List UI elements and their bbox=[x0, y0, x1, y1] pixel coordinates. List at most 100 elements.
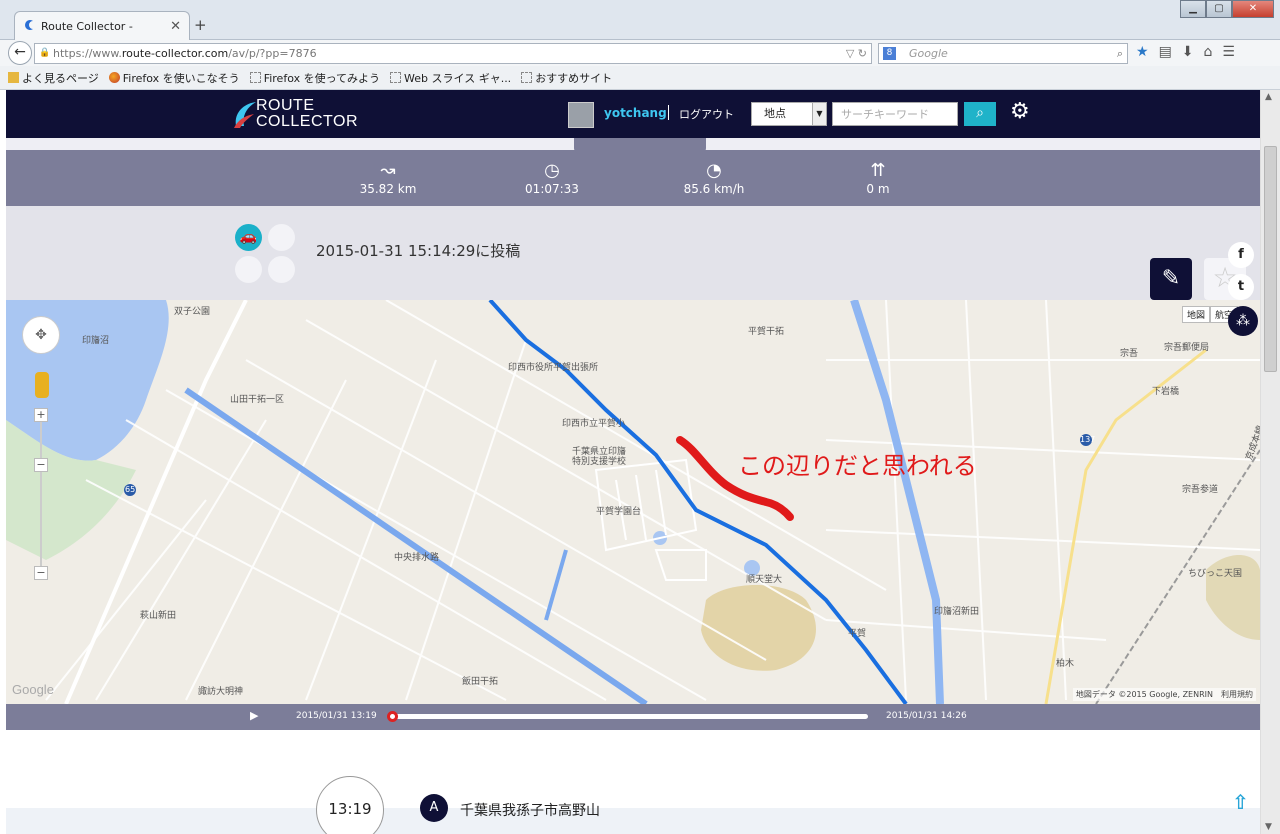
facebook-share-button[interactable]: f bbox=[1228, 242, 1254, 268]
stat-elevation: ⇈ 0 m bbox=[818, 160, 938, 196]
url-prefix: https://www. bbox=[53, 47, 122, 60]
map-label: 諏訪大明神 bbox=[198, 687, 244, 697]
url-domain: route-collector.com bbox=[121, 47, 229, 60]
avatar[interactable] bbox=[568, 102, 594, 128]
playback-track[interactable] bbox=[392, 714, 868, 719]
page-scrollbar[interactable]: ▲ ▼ bbox=[1260, 90, 1280, 834]
map-label: 印旛沼 bbox=[82, 336, 110, 346]
group-button[interactable]: ⁂ bbox=[1228, 306, 1258, 336]
scrollbar-thumb[interactable] bbox=[1264, 146, 1277, 372]
playback-start-time: 2015/01/31 13:19 bbox=[296, 711, 377, 721]
google-engine-icon[interactable]: 8 bbox=[883, 47, 896, 60]
playback-position-handle[interactable] bbox=[386, 711, 398, 722]
elevation-icon: ⇈ bbox=[870, 160, 886, 181]
map-label: 順天堂大 bbox=[746, 575, 783, 585]
username-link[interactable]: yotchang bbox=[604, 106, 667, 120]
car-icon: 🚗 bbox=[235, 224, 262, 251]
bookmark-web-slice[interactable]: Web スライス ギャ... bbox=[390, 70, 511, 86]
logo-line2: COLLECTOR bbox=[256, 113, 359, 130]
zoom-slider-track[interactable] bbox=[40, 408, 42, 578]
zoom-slider-handle[interactable]: − bbox=[34, 458, 48, 472]
chevron-down-icon: ▼ bbox=[812, 103, 826, 125]
site-header: ROUTE COLLECTOR yotchang ログアウト 地点 ▼ ⌕ ⚙ bbox=[6, 90, 1260, 138]
map-type-map-button[interactable]: 地図 bbox=[1182, 306, 1211, 323]
logout-link[interactable]: ログアウト bbox=[679, 106, 734, 122]
map-label: 平賀学園台 bbox=[596, 507, 642, 517]
firefox-icon bbox=[108, 72, 120, 83]
search-submit-button[interactable]: ⌕ bbox=[964, 102, 996, 126]
zoom-in-button[interactable]: + bbox=[34, 408, 48, 422]
scroll-up-arrow-icon[interactable]: ▲ bbox=[1265, 92, 1272, 102]
browser-toolbar-icons: ★ ▤ ⬇ ⌂ ☰ bbox=[1136, 44, 1235, 60]
route-collector-logo[interactable]: ROUTE COLLECTOR bbox=[232, 98, 362, 130]
zoom-out-button[interactable]: − bbox=[34, 566, 48, 580]
map-label: 印旛沼新田 bbox=[934, 607, 980, 617]
reload-icon[interactable]: ▽ ↻ bbox=[846, 44, 867, 63]
folder-icon bbox=[8, 72, 19, 83]
back-button[interactable]: ← bbox=[8, 41, 32, 65]
divider bbox=[668, 105, 669, 120]
window-close-button[interactable]: ✕ bbox=[1232, 0, 1274, 18]
logo-swoosh-icon bbox=[234, 102, 256, 128]
posted-timestamp: 2015-01-31 15:14:29に投稿 bbox=[316, 242, 521, 260]
minimize-button[interactable]: ▁ bbox=[1180, 0, 1206, 18]
twitter-share-button[interactable]: t bbox=[1228, 274, 1254, 300]
maximize-button[interactable]: ▢ bbox=[1206, 0, 1232, 18]
page-icon bbox=[521, 72, 533, 83]
group-icon: ⁂ bbox=[1236, 313, 1250, 329]
menu-icon[interactable]: ☰ bbox=[1222, 44, 1235, 60]
play-icon[interactable]: ▶ bbox=[250, 709, 258, 722]
map-attribution[interactable]: 地図データ ©2015 Google, ZENRIN 利用規約 bbox=[1072, 688, 1256, 701]
route-icon: ↝ bbox=[380, 160, 396, 181]
route-shield-label: 137 bbox=[1080, 435, 1096, 444]
map-label: 特別支援学校 bbox=[572, 457, 627, 467]
search-icon[interactable]: ⌕ bbox=[1117, 44, 1123, 63]
browser-tab[interactable]: Route Collector - ✕ bbox=[14, 11, 190, 41]
post-info-row: 🚗 2015-01-31 15:14:29に投稿 bbox=[6, 206, 1260, 300]
clock-icon: ◷ bbox=[544, 160, 560, 181]
map-label: 印西市立平賀小 bbox=[562, 419, 626, 429]
site-favicon-icon bbox=[23, 19, 35, 34]
transport-slot-4 bbox=[268, 256, 295, 283]
url-bar[interactable]: 🔒 https://www.route-collector.com/av/p/?… bbox=[34, 43, 872, 64]
gear-icon[interactable]: ⚙ bbox=[1010, 99, 1030, 124]
scroll-down-arrow-icon[interactable]: ▼ bbox=[1265, 822, 1272, 832]
playback-end-time: 2015/01/31 14:26 bbox=[886, 711, 967, 721]
map-annotation-text: この辺りだと思われる bbox=[738, 452, 977, 480]
transport-slot-3 bbox=[235, 256, 262, 283]
keyword-search-input[interactable] bbox=[832, 102, 958, 126]
page-icon bbox=[249, 72, 261, 83]
new-tab-button[interactable]: + bbox=[194, 16, 207, 34]
speedometer-icon: ◔ bbox=[706, 160, 722, 181]
waypoint-marker[interactable]: A bbox=[420, 794, 448, 822]
header-notch bbox=[574, 138, 706, 154]
window-controls: ▁ ▢ ✕ bbox=[1180, 0, 1274, 18]
map-label: 山田干拓一区 bbox=[230, 395, 285, 405]
route-map[interactable]: 双子公園 印旛沼 山田干拓一区 印西市役所平賀出張所 平賀干拓 印西市立平賀小 … bbox=[6, 300, 1260, 704]
edit-button[interactable]: ✎ bbox=[1150, 258, 1192, 300]
tab-title: Route Collector - bbox=[41, 20, 133, 33]
playback-bar: ▶ 2015/01/31 13:19 2015/01/31 14:26 bbox=[6, 704, 1260, 730]
bookmark-most-visited[interactable]: よく見るページ bbox=[8, 70, 99, 86]
search-placeholder: Google bbox=[909, 47, 948, 60]
lock-icon: 🔒 bbox=[39, 48, 51, 58]
scroll-to-top-icon[interactable]: ⇧ bbox=[1232, 790, 1249, 814]
facebook-icon: f bbox=[1238, 247, 1244, 262]
search-type-select[interactable]: 地点 ▼ bbox=[751, 102, 827, 126]
bookmarks-list-icon[interactable]: ▤ bbox=[1159, 44, 1172, 60]
map-label: 宗吾郵便局 bbox=[1164, 343, 1210, 353]
bookmark-firefox-start[interactable]: Firefox を使ってみよう bbox=[249, 70, 380, 86]
bookmark-recommended[interactable]: おすすめサイト bbox=[521, 70, 612, 86]
street-view-pegman-icon[interactable] bbox=[35, 372, 49, 398]
page-icon bbox=[390, 72, 402, 83]
google-logo: Google bbox=[12, 682, 54, 697]
bookmark-firefox-tips[interactable]: Firefox を使いこなそう bbox=[108, 70, 240, 86]
pan-control[interactable]: ✥ bbox=[22, 316, 60, 354]
download-icon[interactable]: ⬇ bbox=[1182, 44, 1194, 60]
bookmark-star-icon[interactable]: ★ bbox=[1136, 44, 1149, 60]
close-tab-icon[interactable]: ✕ bbox=[170, 19, 181, 34]
home-icon[interactable]: ⌂ bbox=[1204, 44, 1213, 60]
page-content: ROUTE COLLECTOR yotchang ログアウト 地点 ▼ ⌕ ⚙ … bbox=[6, 90, 1260, 834]
browser-search-box[interactable]: 8 Google ⌕ bbox=[878, 43, 1128, 64]
edit-icon: ✎ bbox=[1161, 266, 1181, 291]
